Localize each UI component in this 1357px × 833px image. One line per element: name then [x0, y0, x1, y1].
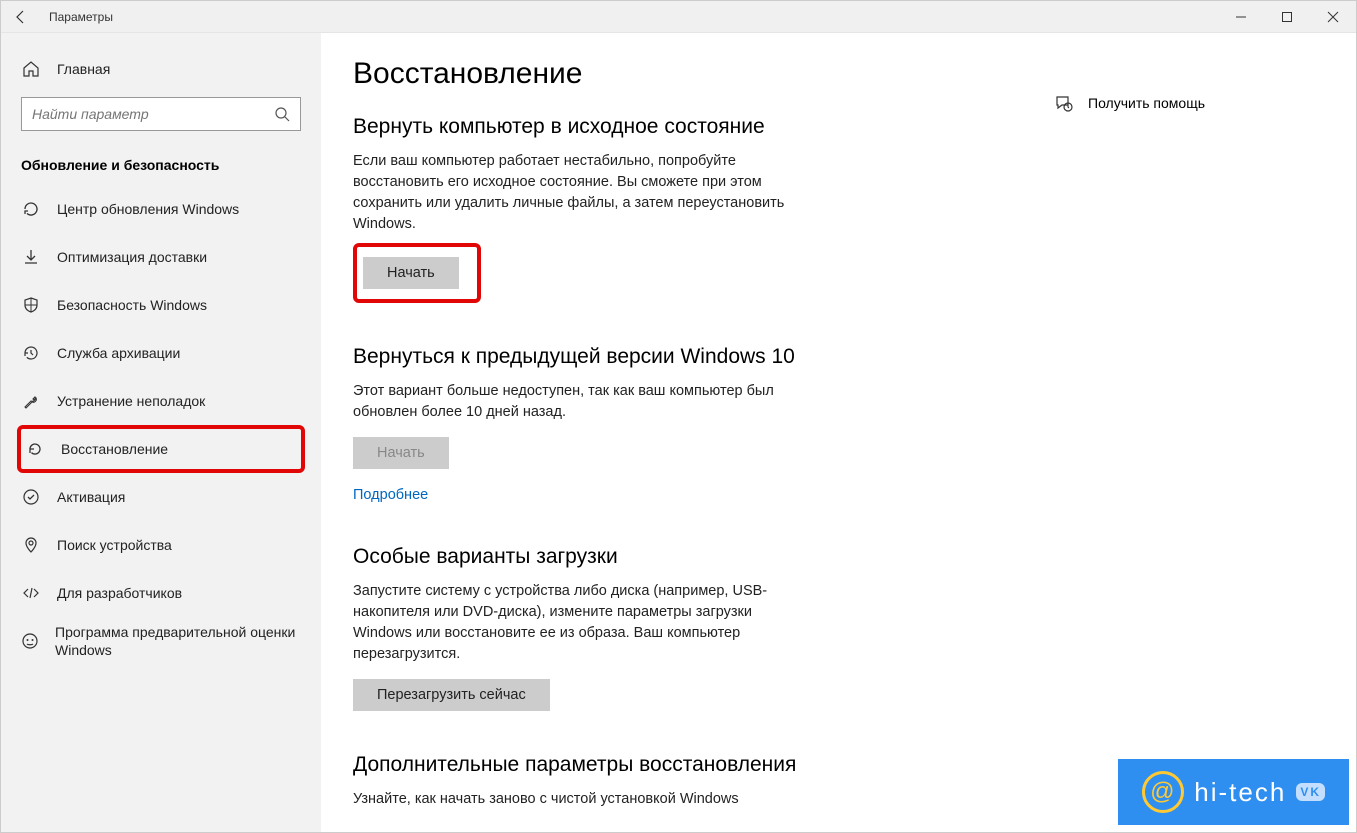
section-heading: Вернуться к предыдущей версии Windows 10 [353, 345, 1054, 369]
minimize-button[interactable] [1218, 1, 1264, 33]
highlight-recovery: Восстановление [17, 425, 305, 473]
section-heading: Вернуть компьютер в исходное состояние [353, 115, 1054, 139]
title-bar: Параметры [1, 1, 1356, 33]
section-advanced-startup: Особые варианты загрузки Запустите систе… [353, 545, 1054, 711]
sidebar-item-label: Устранение неполадок [57, 393, 205, 409]
sidebar-item-label: Центр обновления Windows [57, 201, 239, 217]
sidebar-item-label: Активация [57, 489, 125, 505]
sidebar-item-troubleshoot[interactable]: Устранение неполадок [1, 377, 321, 425]
maximize-button[interactable] [1264, 1, 1310, 33]
sidebar-item-insider-program[interactable]: Программа предварительной оценки Windows [1, 617, 321, 665]
section-body: Узнайте, как начать заново с чистой уста… [353, 789, 793, 810]
sidebar-item-windows-security[interactable]: Безопасность Windows [1, 281, 321, 329]
section-body: Если ваш компьютер работает нестабильно,… [353, 151, 793, 235]
search-icon [274, 106, 290, 122]
sidebar-item-label: Восстановление [61, 441, 168, 457]
sidebar-section-title: Обновление и безопасность [1, 139, 321, 185]
home-icon [21, 59, 41, 79]
search-input[interactable] [21, 97, 301, 131]
sidebar-item-find-device[interactable]: Поиск устройства [1, 521, 321, 569]
sidebar-item-recovery[interactable]: Восстановление [21, 429, 301, 469]
download-icon [21, 247, 41, 267]
location-icon [21, 535, 41, 555]
sidebar-item-windows-update[interactable]: Центр обновления Windows [1, 185, 321, 233]
highlight-start-button: Начать [353, 243, 481, 303]
section-reset-pc: Вернуть компьютер в исходное состояние Е… [353, 115, 1054, 303]
developer-icon [21, 583, 41, 603]
nav-list: Центр обновления Windows Оптимизация дос… [1, 185, 321, 665]
sidebar-item-label: Поиск устройства [57, 537, 172, 553]
watermark-text: hi-tech [1194, 777, 1286, 808]
sidebar-item-for-developers[interactable]: Для разработчиков [1, 569, 321, 617]
insider-icon [21, 631, 39, 651]
goback-more-link[interactable]: Подробнее [353, 487, 428, 503]
maximize-icon [1281, 11, 1293, 23]
page-title: Восстановление [353, 57, 1054, 91]
section-go-back: Вернуться к предыдущей версии Windows 10… [353, 345, 1054, 503]
section-body: Этот вариант больше недоступен, так как … [353, 381, 793, 423]
section-heading: Особые варианты загрузки [353, 545, 1054, 569]
help-icon [1054, 93, 1074, 113]
back-button[interactable] [1, 1, 41, 32]
restart-now-button[interactable]: Перезагрузить сейчас [353, 679, 550, 711]
search-field[interactable] [32, 106, 274, 122]
window-title: Параметры [49, 10, 113, 24]
vk-badge: VK [1296, 783, 1325, 801]
right-panel: Получить помощь [1054, 57, 1324, 832]
sidebar: Главная Обновление и безопасность Центр … [1, 33, 321, 832]
sidebar-item-label: Служба архивации [57, 345, 180, 361]
wrench-icon [21, 391, 41, 411]
get-help-link[interactable]: Получить помощь [1054, 93, 1324, 113]
check-circle-icon [21, 487, 41, 507]
shield-icon [21, 295, 41, 315]
goback-start-button: Начать [353, 437, 449, 469]
sidebar-item-activation[interactable]: Активация [1, 473, 321, 521]
refresh-icon [21, 199, 41, 219]
history-icon [21, 343, 41, 363]
sidebar-item-delivery-optimization[interactable]: Оптимизация доставки [1, 233, 321, 281]
help-label: Получить помощь [1088, 95, 1205, 111]
sidebar-item-label: Безопасность Windows [57, 297, 207, 313]
sidebar-item-backup[interactable]: Служба архивации [1, 329, 321, 377]
minimize-icon [1235, 11, 1247, 23]
home-button[interactable]: Главная [1, 49, 321, 89]
arrow-left-icon [13, 9, 29, 25]
section-heading: Дополнительные параметры восстановления [353, 753, 1054, 777]
sidebar-item-label: Для разработчиков [57, 585, 182, 601]
watermark: @ hi-tech VK [1118, 759, 1349, 825]
close-button[interactable] [1310, 1, 1356, 33]
section-body: Запустите систему с устройства либо диск… [353, 581, 793, 665]
home-label: Главная [57, 61, 110, 77]
main-content: Восстановление Вернуть компьютер в исход… [353, 57, 1054, 832]
sidebar-item-label: Оптимизация доставки [57, 249, 207, 265]
section-more-recovery: Дополнительные параметры восстановления … [353, 753, 1054, 810]
close-icon [1327, 11, 1339, 23]
at-icon: @ [1142, 771, 1184, 813]
recovery-icon [25, 439, 45, 459]
reset-start-button[interactable]: Начать [363, 257, 459, 289]
sidebar-item-label: Программа предварительной оценки Windows [55, 623, 301, 659]
